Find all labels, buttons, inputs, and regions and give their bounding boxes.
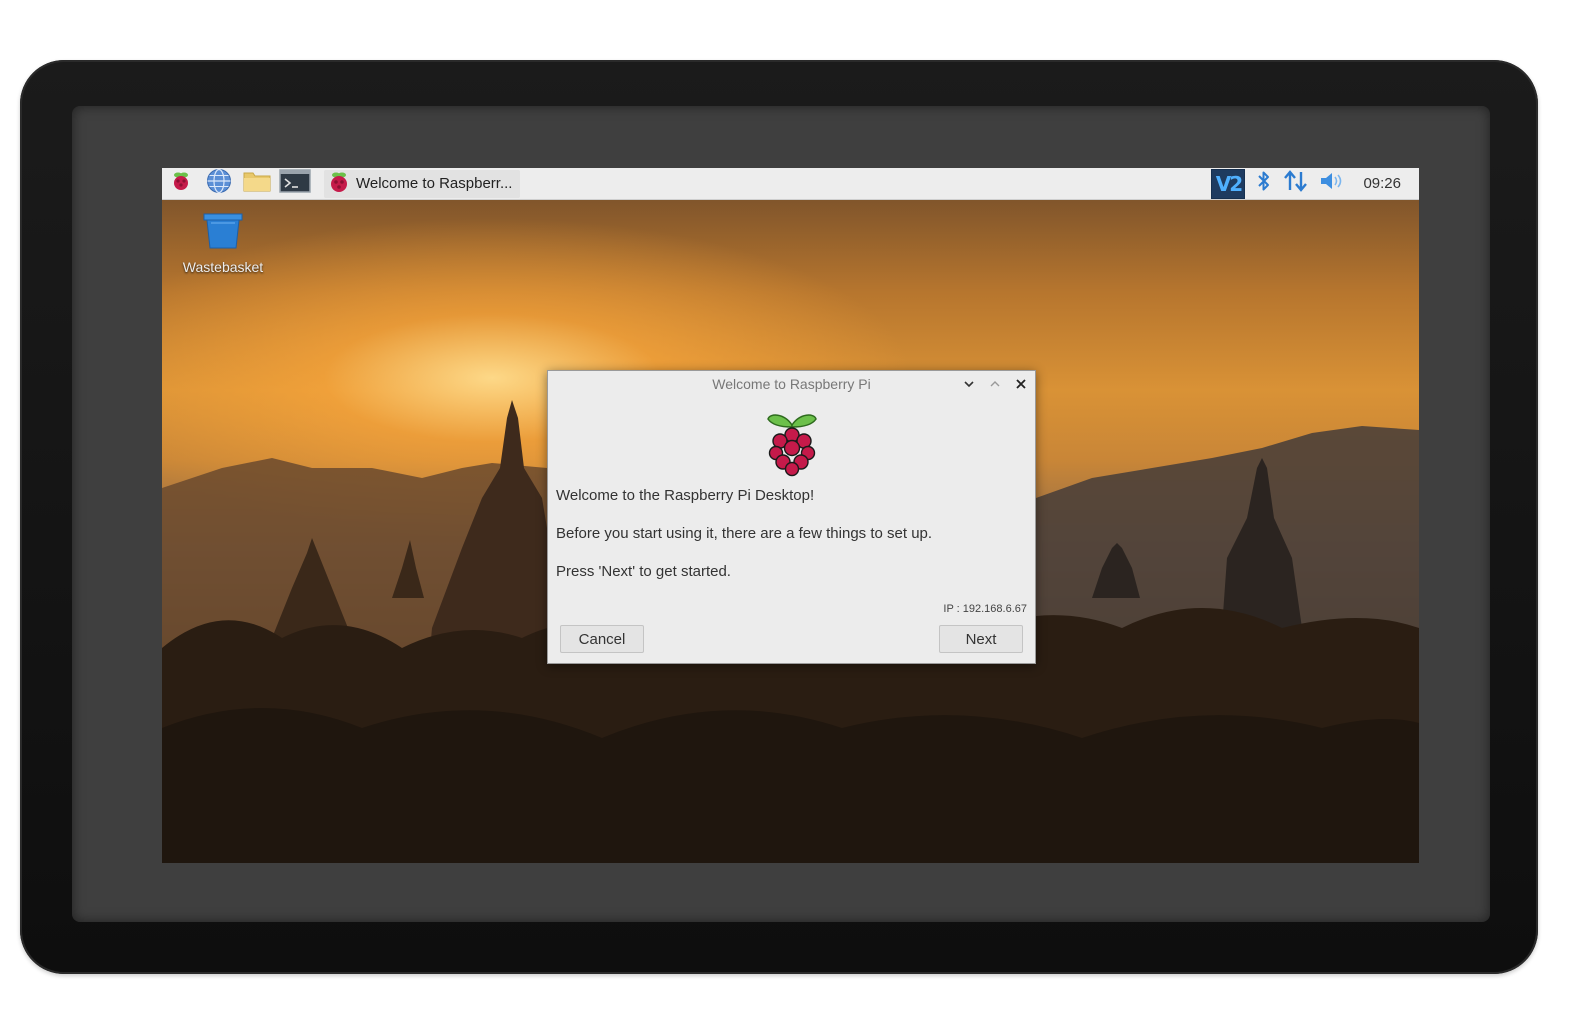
file-manager-button[interactable] xyxy=(238,168,276,200)
raspberry-menu-button[interactable] xyxy=(162,168,200,200)
raspberry-pi-logo-icon xyxy=(762,411,822,482)
dialog-hint-text: Press 'Next' to get started. xyxy=(556,563,731,580)
minimize-icon[interactable] xyxy=(963,378,975,390)
close-icon[interactable] xyxy=(1015,378,1027,390)
desktop-icon-label: Wastebasket xyxy=(182,259,264,275)
desktop-icon-wastebasket[interactable]: Wastebasket xyxy=(172,210,274,275)
ip-address-label: IP : 192.168.6.67 xyxy=(943,603,1027,615)
raspberry-icon xyxy=(328,170,350,198)
taskbar-window-title: Welcome to Raspberr... xyxy=(356,175,513,192)
cancel-button[interactable]: Cancel xyxy=(560,625,644,653)
raspberry-icon xyxy=(170,170,192,197)
taskbar: Welcome to Raspberr... V2 09:26 xyxy=(162,168,1419,200)
globe-icon xyxy=(206,168,232,199)
terminal-icon xyxy=(279,169,311,198)
desktop-screen: Welcome to Raspberr... V2 09:26 Wastebas… xyxy=(162,168,1419,863)
dialog-title: Welcome to Raspberry Pi xyxy=(712,376,871,392)
clock[interactable]: 09:26 xyxy=(1363,175,1401,192)
dialog-heading: Welcome to the Raspberry Pi Desktop! xyxy=(556,487,815,504)
dialog-body-text: Before you start using it, there are a f… xyxy=(556,525,933,542)
folder-icon xyxy=(242,169,272,198)
welcome-dialog: Welcome to Raspberry Pi Welcome to the R… xyxy=(547,370,1036,664)
system-tray: V2 09:26 xyxy=(1211,168,1419,200)
vnc-icon[interactable]: V2 xyxy=(1211,168,1246,199)
next-button[interactable]: Next xyxy=(939,625,1023,653)
network-icon[interactable] xyxy=(1283,169,1309,198)
wastebasket-icon xyxy=(201,210,245,255)
taskbar-window-welcome[interactable]: Welcome to Raspberr... xyxy=(324,169,521,198)
volume-icon[interactable] xyxy=(1319,170,1347,197)
dialog-titlebar[interactable]: Welcome to Raspberry Pi xyxy=(548,371,1035,397)
maximize-icon[interactable] xyxy=(989,378,1001,390)
terminal-button[interactable] xyxy=(276,168,314,200)
window-controls xyxy=(963,371,1027,397)
web-browser-button[interactable] xyxy=(200,168,238,200)
bluetooth-icon[interactable] xyxy=(1255,169,1273,198)
